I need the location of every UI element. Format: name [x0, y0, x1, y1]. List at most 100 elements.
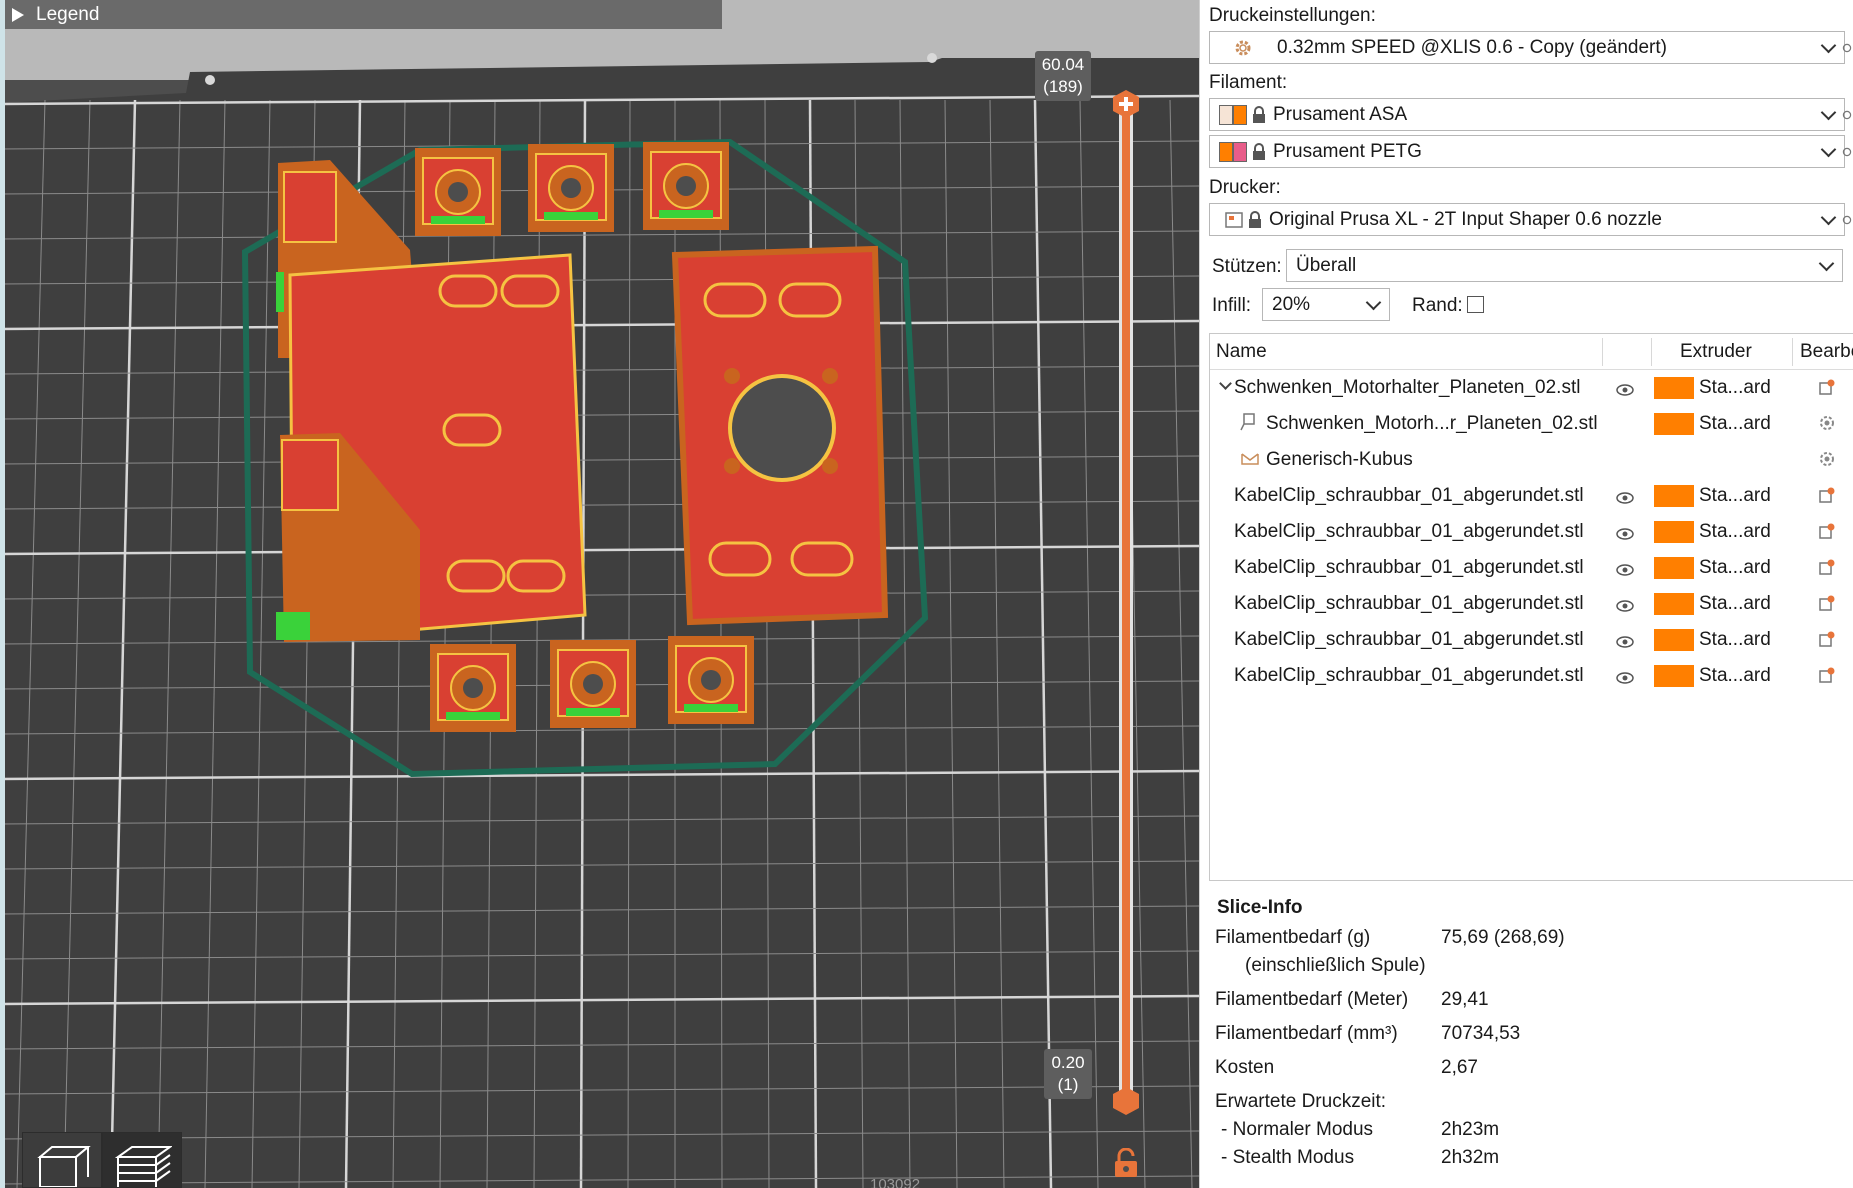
cube-icon: [37, 1146, 91, 1187]
edit-button[interactable]: [1818, 558, 1836, 582]
filament-edit-icon[interactable]: [1841, 98, 1853, 131]
extruder-color-swatch[interactable]: [1654, 557, 1694, 579]
visibility-toggle[interactable]: [1616, 560, 1634, 582]
3d-view-button[interactable]: [22, 1132, 102, 1188]
eye-icon: [1616, 492, 1634, 504]
col-edit[interactable]: Bearbei...: [1800, 341, 1853, 363]
preview-button[interactable]: [102, 1132, 182, 1188]
edit-button[interactable]: [1818, 522, 1836, 546]
extruder-value[interactable]: Sta...ard: [1699, 521, 1771, 543]
extruder-value[interactable]: Sta...ard: [1699, 485, 1771, 507]
gear-icon: [1842, 110, 1852, 119]
supports-combo[interactable]: Überall: [1286, 249, 1843, 282]
visibility-toggle[interactable]: [1616, 380, 1634, 402]
column-divider: [1602, 338, 1603, 366]
object-list-row[interactable]: Generisch-Kubus: [1210, 442, 1853, 478]
gear-button[interactable]: [1818, 414, 1836, 438]
infill-combo[interactable]: 20%: [1262, 288, 1390, 321]
gear-button[interactable]: [1818, 450, 1836, 474]
lock-icon: [1253, 142, 1265, 160]
edit-button[interactable]: [1818, 486, 1836, 510]
extruder-value[interactable]: Sta...ard: [1699, 557, 1771, 579]
brim-checkbox[interactable]: [1467, 296, 1484, 313]
object-list-row[interactable]: KabelClip_schraubbar_01_abgerundet.stl St…: [1210, 550, 1853, 586]
object-name: Schwenken_Motorh...r_Planeten_02.stl: [1266, 413, 1598, 434]
edit-button[interactable]: [1818, 666, 1836, 690]
filament-color-swatch: [1219, 141, 1233, 162]
stealth-mode-label: - Stealth Modus: [1221, 1147, 1355, 1168]
legend-label: Legend: [36, 3, 100, 25]
print-settings-edit-icon[interactable]: [1841, 31, 1853, 64]
extruder-value[interactable]: Sta...ard: [1699, 665, 1771, 687]
filament-name: Prusament PETG: [1273, 140, 1422, 162]
gear-icon: [1820, 452, 1834, 466]
chevron-down-icon: [1820, 37, 1837, 54]
filament-combo-1[interactable]: Prusament ASA: [1209, 98, 1845, 131]
visibility-toggle[interactable]: [1616, 632, 1634, 654]
extruder-value[interactable]: Sta...ard: [1699, 413, 1771, 435]
eye-icon: [1616, 636, 1634, 648]
filament-g-value: 75,69 (268,69): [1441, 927, 1565, 948]
edit-button[interactable]: [1818, 630, 1836, 654]
slider-bottom-thumb[interactable]: [1111, 1086, 1141, 1116]
unlock-icon[interactable]: [1113, 1148, 1139, 1178]
extruder-value[interactable]: Sta...ard: [1699, 593, 1771, 615]
print-bed-preview: [0, 53, 1199, 1188]
filament-edit-icon[interactable]: [1841, 135, 1853, 168]
slice-info: Slice-Info Filamentbedarf (g) 75,69 (268…: [1209, 881, 1853, 1188]
extruder-color-swatch[interactable]: [1654, 377, 1694, 399]
gear-icon: [1842, 147, 1852, 156]
visibility-toggle[interactable]: [1616, 596, 1634, 618]
bed-hole: [205, 75, 215, 85]
slider-top-thumb[interactable]: [1111, 89, 1141, 119]
filament-name: Prusament ASA: [1273, 103, 1408, 125]
legend-toggle[interactable]: Legend: [0, 0, 722, 29]
filament-g-sub: (einschließlich Spule): [1245, 955, 1426, 976]
col-extruder[interactable]: Extruder: [1680, 341, 1752, 363]
extruder-color-swatch[interactable]: [1654, 629, 1694, 651]
3d-viewport[interactable]: Legend 60.04 (189) 0.20 (1) 103092: [0, 0, 1199, 1188]
extruder-value[interactable]: Sta...ard: [1699, 629, 1771, 651]
layer-slider-range: [1122, 104, 1130, 1099]
object-list-row[interactable]: KabelClip_schraubbar_01_abgerundet.stl St…: [1210, 478, 1853, 514]
chevron-down-icon: [1820, 141, 1837, 158]
visibility-toggle[interactable]: [1616, 524, 1634, 546]
infill-label: Infill:: [1212, 295, 1252, 316]
settings-panel: Druckeinstellungen: 0.32mm SPEED @XLIS 0…: [1199, 0, 1853, 1188]
edit-icon: [1819, 379, 1835, 395]
chevron-down-icon: [1365, 294, 1382, 311]
cable-clip-part: [643, 142, 729, 230]
extruder-value[interactable]: Sta...ard: [1699, 377, 1771, 399]
edit-button[interactable]: [1818, 594, 1836, 618]
object-list-row[interactable]: KabelClip_schraubbar_01_abgerundet.stl St…: [1210, 658, 1853, 694]
object-list-row[interactable]: KabelClip_schraubbar_01_abgerundet.stl St…: [1210, 514, 1853, 550]
object-list-row[interactable]: Schwenken_Motorhalter_Planeten_02.stl Sta…: [1210, 370, 1853, 406]
object-name: KabelClip_schraubbar_01_abgerundet.stl: [1234, 557, 1584, 578]
mount-plate-part: [671, 245, 889, 626]
filament-g-label: Filamentbedarf (g): [1215, 927, 1371, 948]
filament-combo-2[interactable]: Prusament PETG: [1209, 135, 1845, 168]
edit-icon: [1819, 631, 1835, 647]
chevron-down-icon: [1820, 104, 1837, 121]
extruder-color-swatch[interactable]: [1654, 413, 1694, 435]
visibility-toggle[interactable]: [1616, 488, 1634, 510]
extruder-color-swatch[interactable]: [1654, 665, 1694, 687]
object-list-header: Name Extruder Bearbei...: [1210, 334, 1853, 370]
object-list-row[interactable]: KabelClip_schraubbar_01_abgerundet.stl St…: [1210, 622, 1853, 658]
extruder-color-swatch[interactable]: [1654, 485, 1694, 507]
chevron-down-icon: [1818, 255, 1835, 272]
column-divider: [1651, 338, 1652, 366]
extruder-color-swatch[interactable]: [1654, 521, 1694, 543]
edit-button[interactable]: [1818, 378, 1836, 402]
extruder-color-swatch[interactable]: [1654, 593, 1694, 615]
object-list-row[interactable]: KabelClip_schraubbar_01_abgerundet.stl St…: [1210, 586, 1853, 622]
visibility-toggle[interactable]: [1616, 668, 1634, 690]
object-list-row[interactable]: Schwenken_Motorh...r_Planeten_02.stl Sta.…: [1210, 406, 1853, 442]
print-settings-combo[interactable]: 0.32mm SPEED @XLIS 0.6 - Copy (geändert): [1209, 31, 1845, 64]
chevron-down-icon[interactable]: [1219, 377, 1232, 390]
chevron-down-icon: [1820, 209, 1837, 226]
printer-edit-icon[interactable]: [1841, 203, 1853, 236]
col-name[interactable]: Name: [1216, 341, 1267, 363]
object-name: KabelClip_schraubbar_01_abgerundet.stl: [1234, 593, 1584, 614]
printer-combo[interactable]: Original Prusa XL - 2T Input Shaper 0.6 …: [1209, 203, 1845, 236]
